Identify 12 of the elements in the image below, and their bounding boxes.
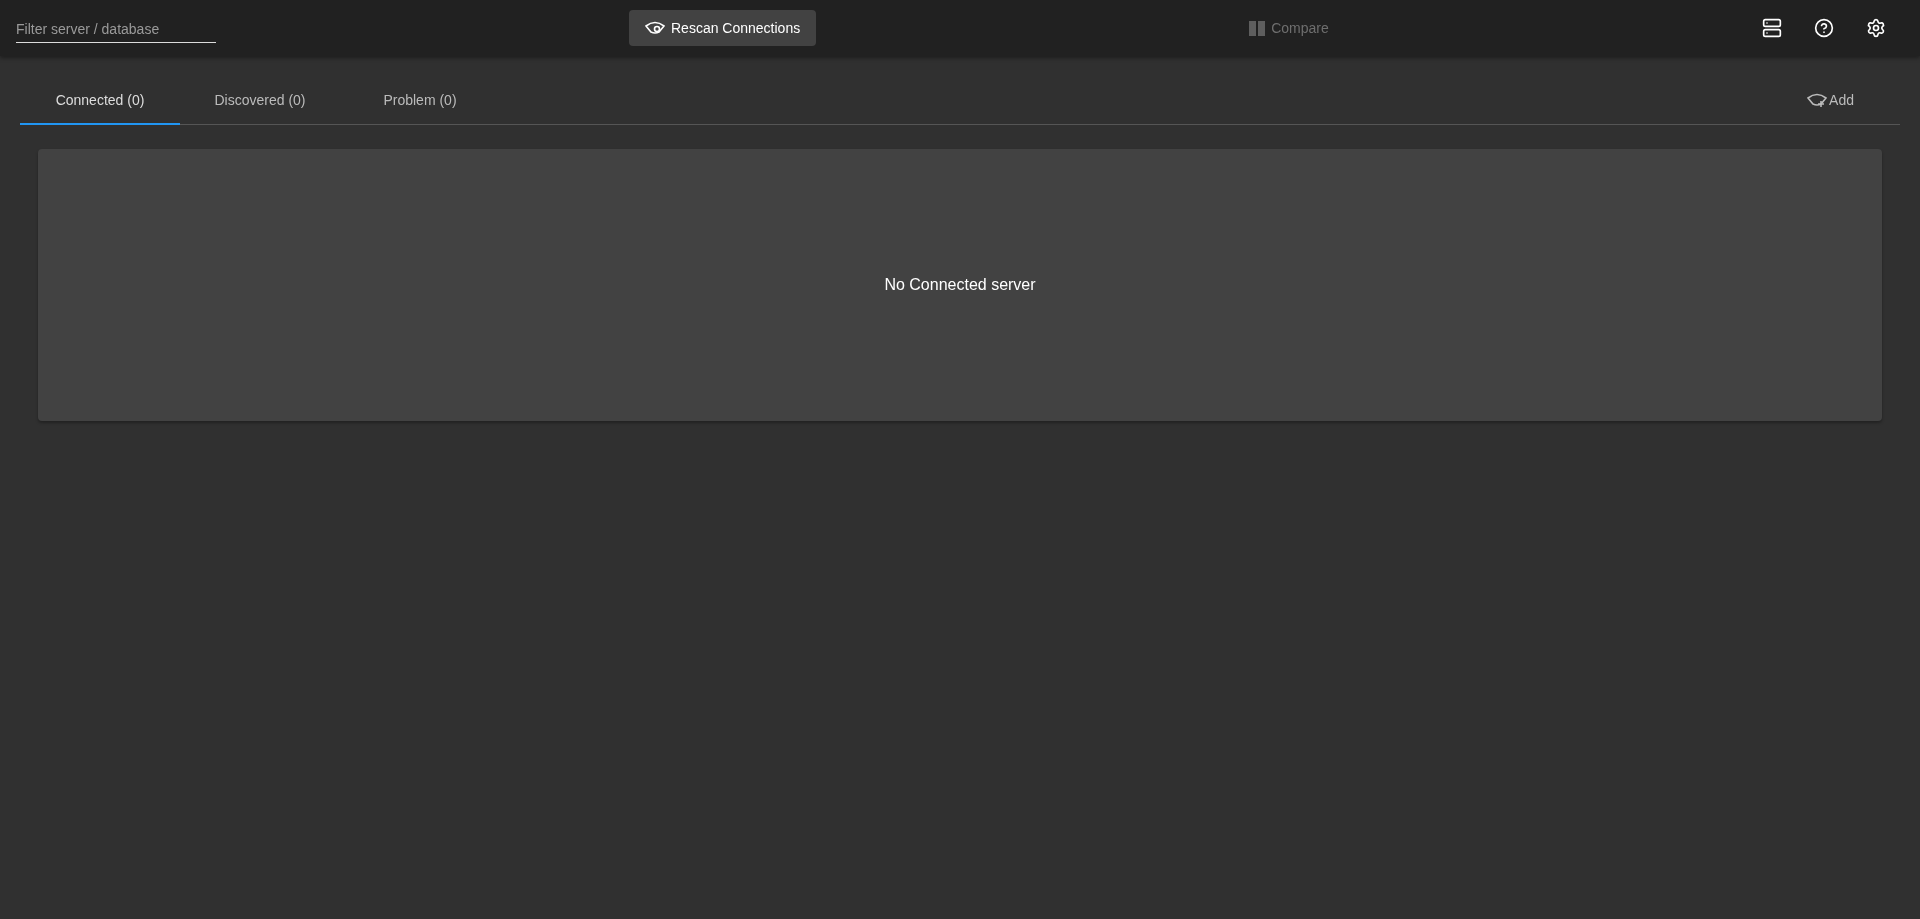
rescan-button[interactable]: Rescan Connections xyxy=(629,10,817,46)
empty-message: No Connected server xyxy=(884,276,1036,294)
add-button[interactable]: Add xyxy=(1801,91,1860,109)
eye-plus-icon xyxy=(1807,92,1828,108)
eye-search-icon xyxy=(645,20,665,36)
tab[interactable]: Discovered (0) xyxy=(180,76,340,125)
compare-icon xyxy=(1248,18,1267,38)
server-icon[interactable] xyxy=(1760,16,1784,40)
filter-field[interactable]: Filter server / database xyxy=(16,17,216,43)
help-icon[interactable] xyxy=(1812,16,1836,40)
tab[interactable]: Problem (0) xyxy=(340,76,500,125)
tab[interactable]: Connected (0) xyxy=(20,76,180,125)
